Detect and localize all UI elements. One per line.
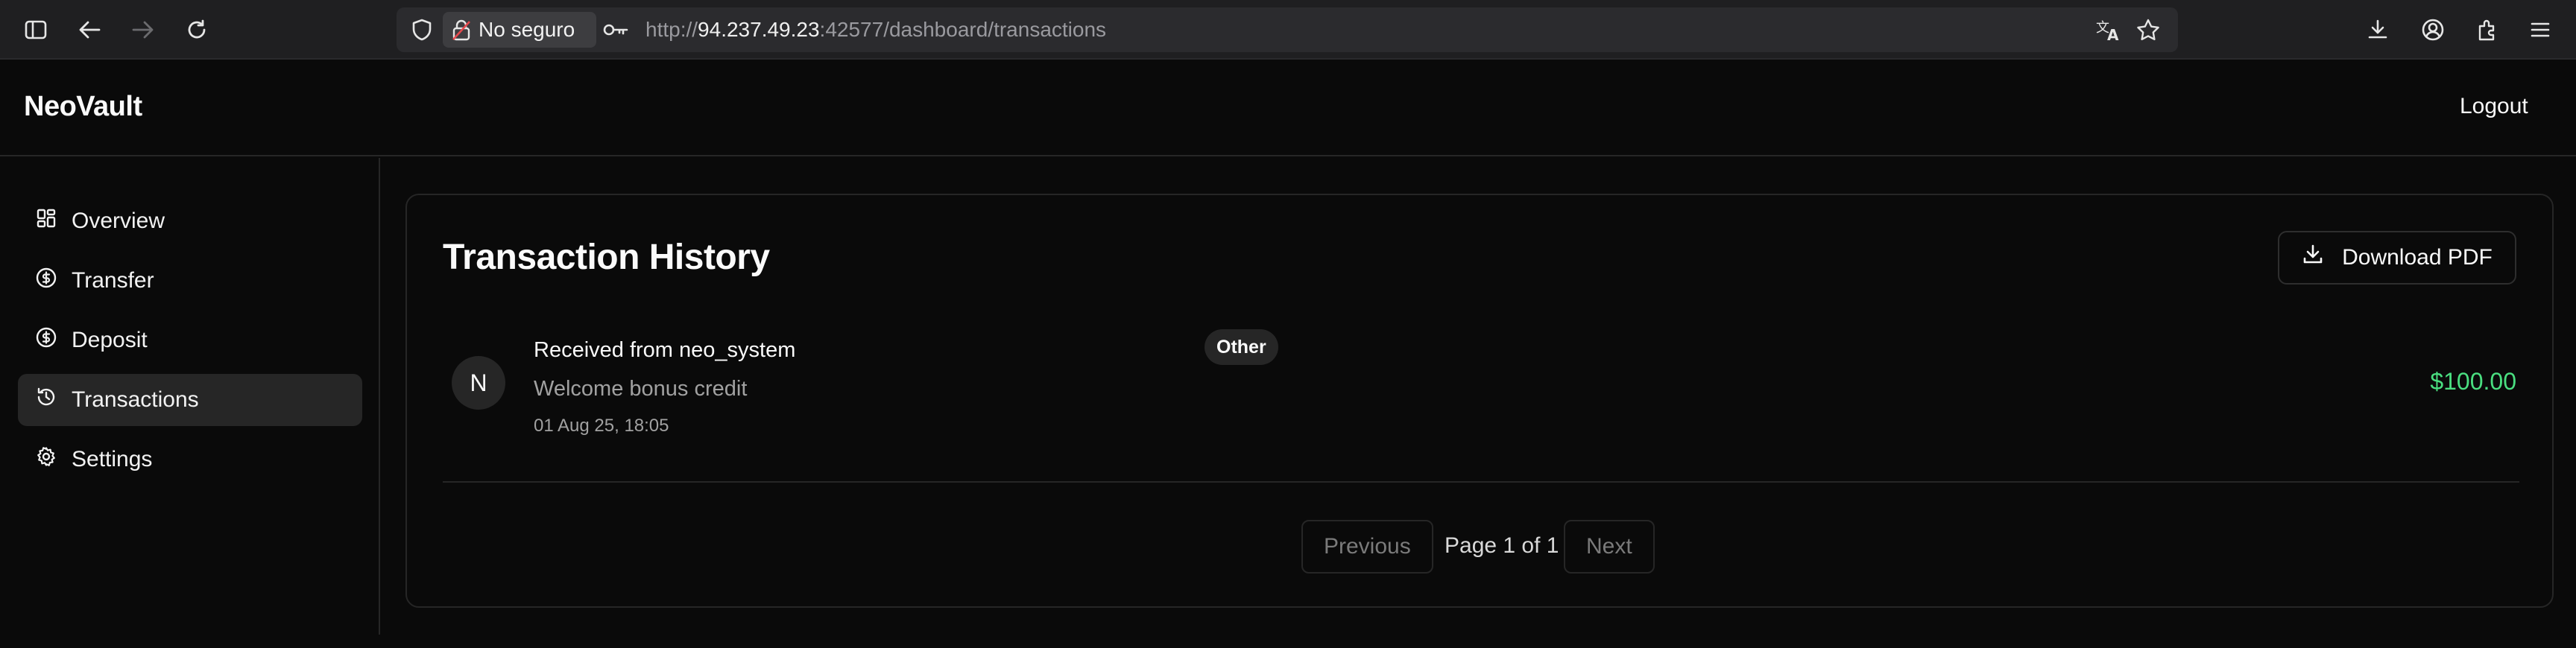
sidebar-item-transfer[interactable]: Transfer — [18, 255, 362, 307]
address-bar[interactable]: No seguro http://94.237.49.23:42577/dash… — [397, 7, 2178, 52]
back-icon[interactable] — [75, 15, 104, 45]
extensions-icon[interactable] — [2472, 15, 2501, 45]
download-icon[interactable] — [2363, 15, 2393, 45]
transaction-amount: $100.00 — [2430, 368, 2516, 395]
download-pdf-label: Download PDF — [2342, 245, 2493, 270]
sidebar-item-label: Transfer — [72, 268, 154, 293]
translate-icon[interactable]: 文A — [2096, 19, 2121, 41]
transaction-history-card: Transaction History Download PDF N Recei… — [405, 194, 2554, 608]
transaction-description: Welcome bonus credit — [534, 377, 748, 401]
page-title: Transaction History — [443, 238, 770, 277]
shield-icon[interactable] — [411, 19, 432, 41]
insecure-lock-icon — [452, 19, 471, 41]
transaction-row[interactable]: N Received from neo_system Other Welcome… — [452, 329, 2516, 436]
sidebar-item-label: Deposit — [72, 328, 148, 352]
sidebar-item-label: Settings — [72, 447, 153, 471]
divider — [443, 481, 2519, 483]
url-text[interactable]: http://94.237.49.23:42577/dashboard/tran… — [645, 7, 1106, 52]
sidebar-item-label: Overview — [72, 209, 165, 233]
reload-icon[interactable] — [182, 15, 212, 45]
key-icon[interactable] — [602, 19, 629, 41]
dollar-circle-icon — [36, 267, 57, 294]
account-icon[interactable] — [2418, 15, 2448, 45]
url-host: 94.237.49.23 — [698, 18, 820, 41]
svg-text:A: A — [2107, 26, 2119, 41]
bookmark-star-icon[interactable] — [2136, 19, 2160, 41]
transaction-date: 01 Aug 25, 18:05 — [534, 416, 669, 436]
app-header: NeoVault Logout — [0, 61, 2576, 156]
menu-icon[interactable] — [2525, 15, 2555, 45]
sidebar-item-label: Transactions — [72, 387, 199, 412]
sidebar-item-deposit[interactable]: Deposit — [18, 314, 362, 366]
sidebar-item-overview[interactable]: Overview — [18, 195, 362, 247]
sidebar-toggle-icon[interactable] — [21, 15, 51, 45]
previous-page-button[interactable]: Previous — [1301, 520, 1433, 574]
transaction-title: Received from neo_system — [534, 338, 796, 362]
download-pdf-button[interactable]: Download PDF — [2278, 231, 2516, 285]
dollar-circle-icon — [36, 327, 57, 354]
logout-button[interactable]: Logout — [2460, 94, 2528, 119]
url-path: :42577/dashboard/transactions — [819, 18, 1107, 41]
browser-toolbar: No seguro http://94.237.49.23:42577/dash… — [0, 0, 2576, 60]
sidebar: Overview Transfer Deposit Transactions S… — [0, 158, 380, 635]
download-icon — [2302, 244, 2324, 272]
gear-icon — [36, 446, 57, 473]
category-badge: Other — [1205, 329, 1278, 365]
forward-icon[interactable] — [128, 15, 158, 45]
history-icon — [36, 387, 57, 413]
page-indicator: Page 1 of 1 — [1445, 533, 1559, 558]
avatar: N — [452, 356, 505, 410]
grid-icon — [36, 208, 57, 235]
next-page-button[interactable]: Next — [1564, 520, 1655, 574]
url-scheme: http:// — [645, 18, 698, 41]
sidebar-item-transactions[interactable]: Transactions — [18, 374, 362, 426]
security-indicator[interactable]: No seguro — [443, 12, 596, 48]
brand-logo[interactable]: NeoVault — [24, 91, 142, 123]
security-label: No seguro — [479, 18, 575, 41]
sidebar-item-settings[interactable]: Settings — [18, 433, 362, 486]
